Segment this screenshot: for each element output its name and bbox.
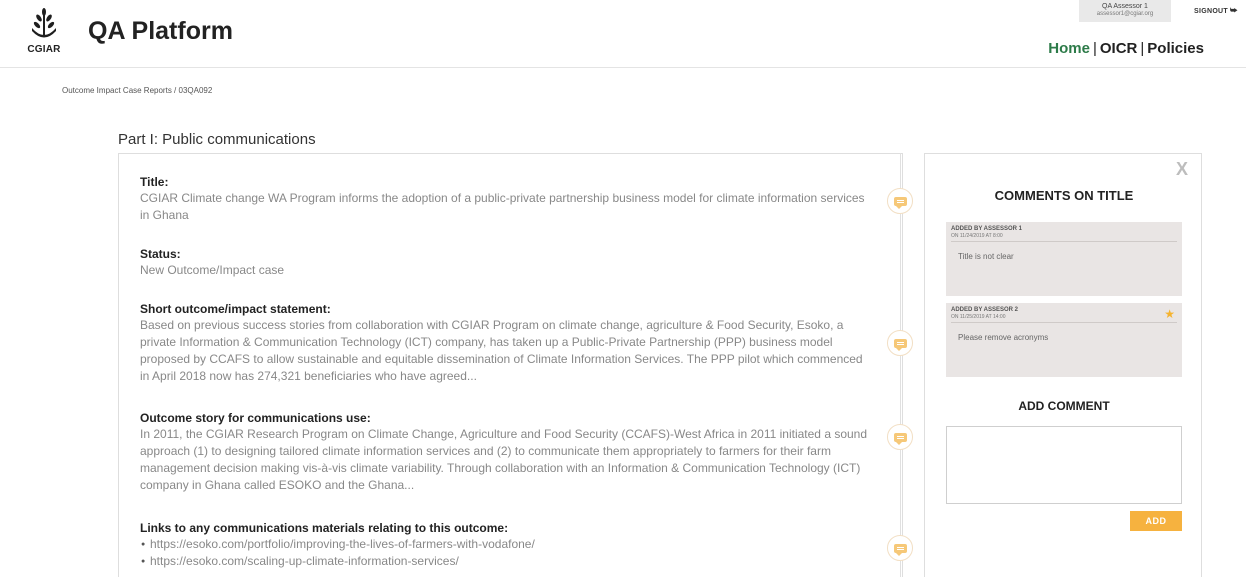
title-comment-button[interactable] [887, 188, 913, 214]
comment-card: ADDED BY ASSESSOR 1 ON 11/24/2019 AT 8:0… [946, 222, 1182, 296]
comment-header: ADDED BY ASSESOR 2 ON 11/25/2019 AT 14:0… [951, 307, 1177, 323]
breadcrumb[interactable]: Outcome Impact Case Reports / 03QA092 [62, 86, 212, 95]
comment-timeline [900, 153, 901, 577]
comment-date: ON 11/24/2019 AT 8:00 [951, 233, 1003, 239]
comment-bubble-icon [894, 339, 907, 351]
links-field: Links to any communications materials re… [140, 520, 870, 570]
statement-comment-button[interactable] [887, 330, 913, 356]
signout-button[interactable]: SIGNOUT ⮩ [1194, 6, 1238, 16]
comment-text: Please remove acronyms [958, 333, 1049, 342]
comment-date: ON 11/25/2019 AT 14:00 [951, 314, 1006, 320]
app-title: QA Platform [88, 17, 233, 45]
signout-label: SIGNOUT [1194, 8, 1228, 15]
status-field: Status: New Outcome/Impact case [140, 246, 870, 279]
comment-bubble-icon [894, 544, 907, 556]
close-icon[interactable]: X [1176, 159, 1188, 180]
link-item[interactable]: https://esoko.com/scaling-up-climate-inf… [140, 553, 870, 570]
short-statement-field: Short outcome/impact statement: Based on… [140, 301, 870, 385]
links-comment-button[interactable] [887, 535, 913, 561]
links-list: https://esoko.com/portfolio/improving-th… [140, 536, 870, 570]
outcome-story-value: In 2011, the CGIAR Research Program on C… [140, 427, 868, 492]
add-comment-button[interactable]: ADD [1130, 511, 1182, 531]
add-comment-title: ADD COMMENT [1018, 399, 1110, 413]
title-label: Title: [140, 175, 169, 189]
cgiar-logo[interactable]: CGIAR [26, 8, 62, 62]
links-label: Links to any communications materials re… [140, 521, 509, 535]
outcome-story-label: Outcome story for communications use: [140, 411, 371, 425]
add-comment-input[interactable] [946, 426, 1182, 504]
status-label: Status: [140, 247, 181, 261]
logo-text: CGIAR [27, 44, 61, 55]
comment-bubble-icon [894, 433, 907, 445]
nav-home[interactable]: Home [1048, 40, 1090, 57]
comments-panel: X COMMENTS ON TITLE ADDED BY ASSESSOR 1 … [924, 153, 1202, 577]
outcome-story-field: Outcome story for communications use: In… [140, 410, 870, 494]
section-title: Part I: Public communications [118, 131, 316, 148]
comment-header: ADDED BY ASSESSOR 1 ON 11/24/2019 AT 8:0… [951, 226, 1177, 242]
status-value: New Outcome/Impact case [140, 263, 285, 277]
signout-icon: ⮩ [1230, 6, 1238, 15]
story-comment-button[interactable] [887, 424, 913, 450]
main-nav: Home | OICR | Policies [1048, 40, 1204, 57]
wheat-logo-icon [32, 8, 56, 38]
link-item[interactable]: https://esoko.com/portfolio/improving-th… [140, 536, 870, 553]
user-email: assessor1@cgiar.org [1096, 11, 1154, 17]
nav-oicr[interactable]: OICR [1100, 40, 1138, 57]
comments-title: COMMENTS ON TITLE [994, 188, 1134, 203]
comment-text: Title is not clear [958, 252, 1014, 261]
star-icon[interactable]: ★ [1164, 307, 1175, 321]
content-panel: Title: CGIAR Climate change WA Program i… [118, 153, 903, 577]
nav-separator: | [1092, 40, 1097, 57]
nav-separator: | [1140, 40, 1145, 57]
short-statement-label: Short outcome/impact statement: [140, 302, 331, 316]
comment-card: ADDED BY ASSESOR 2 ON 11/25/2019 AT 14:0… [946, 303, 1182, 377]
nav-policies[interactable]: Policies [1147, 40, 1204, 57]
comment-author: ADDED BY ASSESOR 2 [951, 307, 1019, 313]
title-field: Title: CGIAR Climate change WA Program i… [140, 174, 870, 224]
short-statement-value: Based on previous success stories from c… [140, 318, 863, 383]
title-value: CGIAR Climate change WA Program informs … [140, 191, 865, 222]
user-name: QA Assessor 1 [1102, 3, 1148, 10]
comment-author: ADDED BY ASSESSOR 1 [951, 226, 1023, 232]
top-header: CGIAR QA Platform QA Assessor 1 assessor… [0, 0, 1246, 68]
user-info[interactable]: QA Assessor 1 assessor1@cgiar.org [1079, 0, 1171, 22]
comment-bubble-icon [894, 197, 907, 209]
